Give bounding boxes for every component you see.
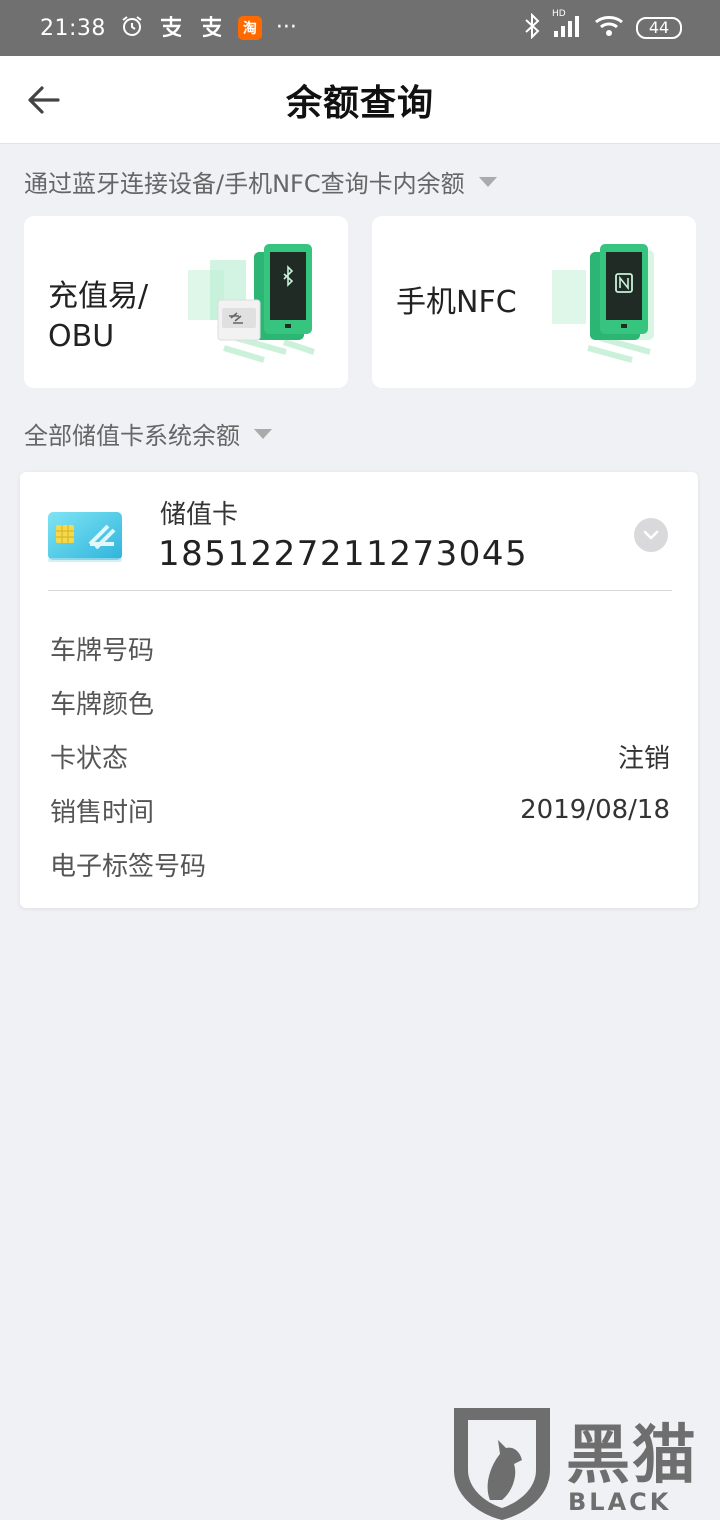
more-dots-icon: ··· — [275, 15, 297, 40]
alipay-icon — [158, 14, 184, 43]
alipay-icon — [198, 14, 224, 43]
plate-number-label: 车牌号码 — [50, 635, 155, 666]
bluetooth-phone-icon — [188, 244, 315, 363]
caret-down-icon — [254, 428, 272, 439]
status-left: 21:38 淘 ··· — [40, 14, 297, 43]
signal-label: HD — [552, 9, 566, 19]
expand-card-button[interactable] — [634, 518, 668, 552]
signal-icon: HD — [552, 9, 582, 43]
app-header: 余额查询 — [0, 56, 720, 144]
caret-down-icon — [478, 176, 497, 187]
info-row-plate-color: 车牌颜色 — [50, 682, 670, 722]
balance-section-label: 全部储值卡系统余额 — [24, 422, 240, 450]
obu-card-label-line2: OBU — [48, 319, 115, 354]
card-status-label: 卡状态 — [50, 743, 129, 774]
device-section-label: 通过蓝牙连接设备/手机NFC查询卡内余额 — [24, 170, 465, 198]
watermark: 黑猫 BLACK CAT — [450, 1400, 720, 1520]
card-number: 1851227211273045 — [158, 534, 529, 574]
info-row-plate-number: 车牌号码 — [50, 628, 670, 668]
watermark-title: 黑猫 — [566, 1419, 698, 1493]
alarm-icon — [120, 14, 144, 43]
taobao-icon: 淘 — [237, 16, 262, 40]
info-row-card-status: 卡状态 注销 — [50, 736, 670, 776]
card-type: 储值卡 — [160, 500, 239, 530]
stored-value-card: 储值卡 1851227211273045 车牌号码 车牌颜色 卡状态 注销 销售… — [20, 472, 698, 908]
info-row-sale-time: 销售时间 2019/08/18 — [50, 790, 670, 830]
card-status-value: 注销 — [617, 743, 670, 774]
balance-section-toggle[interactable]: 全部储值卡系统余额 — [24, 416, 272, 451]
nfc-phone-icon — [552, 244, 654, 363]
info-row-tag-number: 电子标签号码 — [50, 844, 670, 884]
divider — [48, 590, 672, 591]
wifi-icon — [594, 14, 624, 42]
back-arrow-icon — [28, 86, 60, 114]
stored-value-card-icon — [48, 512, 122, 562]
back-button[interactable] — [22, 78, 66, 122]
status-right: HD 44 — [524, 9, 682, 43]
watermark-subtitle: BLACK CAT — [568, 1488, 672, 1520]
nfc-card-label: 手机NFC — [396, 285, 517, 320]
obu-card[interactable]: 充值易/ OBU — [24, 216, 348, 388]
tag-number-label: 电子标签号码 — [50, 851, 207, 882]
nfc-card[interactable]: 手机NFC — [372, 216, 696, 388]
bluetooth-icon — [524, 12, 540, 43]
status-bar: 21:38 淘 ··· HD 44 — [0, 0, 720, 56]
plate-color-label: 车牌颜色 — [50, 689, 155, 720]
status-time: 21:38 — [40, 15, 106, 41]
battery-indicator: 44 — [636, 17, 682, 39]
device-section-toggle[interactable]: 通过蓝牙连接设备/手机NFC查询卡内余额 — [24, 164, 497, 199]
obu-card-label-line1: 充值易/ — [48, 279, 149, 314]
page-title: 余额查询 — [285, 82, 434, 124]
sale-time-value: 2019/08/18 — [520, 795, 670, 825]
sale-time-label: 销售时间 — [50, 797, 155, 828]
black-cat-shield-icon — [454, 1408, 550, 1520]
chevron-down-icon — [643, 530, 659, 540]
